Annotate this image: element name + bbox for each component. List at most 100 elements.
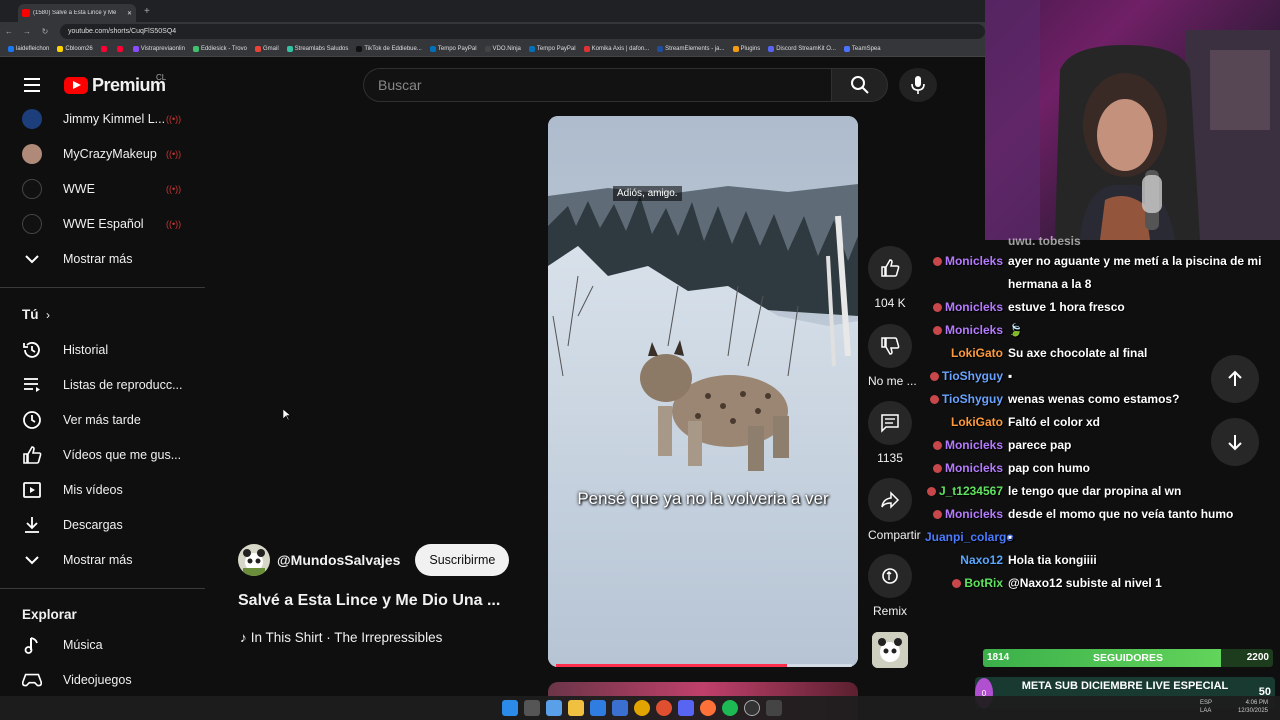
sidebar-item-my-videos[interactable]: Mis vídeos [0, 472, 205, 507]
reload-icon[interactable]: ↻ [36, 27, 54, 36]
search-input[interactable]: Buscar [363, 68, 831, 102]
taskbar-apps [502, 700, 782, 716]
bookmark-label: Plugins [740, 45, 761, 52]
spotify-icon[interactable] [722, 700, 738, 716]
bookmark-item[interactable]: Tempo PayPal [528, 45, 576, 52]
chat-username[interactable]: LokiGato [951, 346, 1003, 360]
sidebar-item-playlist[interactable]: Listas de reproducc... [0, 367, 205, 402]
music-link[interactable]: ♪ In This Shirt · The Irrepressibles [240, 630, 442, 645]
you-section-header[interactable]: Tú › [0, 297, 205, 332]
discord-icon[interactable] [678, 700, 694, 716]
close-icon[interactable]: ✕ [127, 10, 132, 17]
like-button[interactable] [868, 246, 912, 290]
video-progress-bar[interactable] [556, 664, 852, 667]
chat-username[interactable]: BotRix [964, 576, 1003, 590]
short-video-player[interactable] [548, 116, 858, 667]
chat-username[interactable]: TioShyguy [942, 369, 1003, 383]
bookmark-item[interactable]: Streamlabs Saludos [286, 45, 348, 52]
sidebar-item-thumb-up[interactable]: Vídeos que me gus... [0, 437, 205, 472]
sidebar-item-history[interactable]: Historial [0, 332, 205, 367]
voice-search-button[interactable] [899, 68, 937, 102]
top-subtitle: Adiós, amigo. [613, 186, 682, 201]
sidebar-item-download[interactable]: Descargas [0, 507, 205, 542]
music-note-icon: ♪ [240, 630, 247, 645]
bookmark-item[interactable]: TikTok de Eddiebue... [356, 45, 422, 52]
search-button[interactable] [831, 68, 888, 102]
chat-username[interactable]: Naxo12 [960, 553, 1003, 567]
sidebar-item-videogames[interactable]: Videojuegos [0, 662, 205, 697]
back-icon[interactable]: ← [0, 27, 18, 36]
chrome-icon[interactable] [634, 700, 650, 716]
video-title[interactable]: Salvé a Esta Lince y Me Dio Una ... [238, 592, 500, 610]
playlist-icon [22, 375, 42, 395]
show-more-you[interactable]: Mostrar más [0, 542, 205, 577]
new-tab-button[interactable]: + [144, 6, 150, 17]
sidebar-item-wwe-espanol[interactable]: WWE Español ((•)) [0, 206, 205, 241]
bookmark-item[interactable]: Cbloom26 [57, 45, 93, 52]
sidebar-item-mycrazymakeup[interactable]: MyCrazyMakeup ((•)) [0, 136, 205, 171]
bookmark-item[interactable]: Vistrapreviaonlin [132, 45, 185, 52]
address-bar[interactable]: youtube.com/shorts/CuqFlS50SQ4 [60, 24, 985, 39]
chat-username[interactable]: Monicleks [945, 461, 1003, 475]
dislike-action: No me ... [868, 324, 917, 388]
sidebar-item-clock[interactable]: Ver más tarde [0, 402, 205, 437]
bookmark-item[interactable]: Eddiesick - Trovo [192, 45, 247, 52]
streamer-webcam [985, 0, 1280, 240]
language-indicator[interactable]: ESP LAA [1200, 699, 1212, 715]
share-button[interactable] [868, 478, 912, 522]
bookmark-item[interactable] [116, 45, 125, 52]
chat-username[interactable]: Monicleks [945, 323, 1003, 337]
thumb-down-icon [881, 337, 900, 355]
subscribe-button[interactable]: Suscribirme [415, 544, 510, 576]
search-icon[interactable] [524, 700, 540, 716]
clock[interactable]: 4:06 PM 12/30/2025 [1238, 699, 1268, 715]
bookmark-item[interactable]: TeamSpea [843, 45, 881, 52]
store-icon[interactable] [590, 700, 606, 716]
app-icon[interactable] [766, 700, 782, 716]
menu-icon[interactable] [24, 78, 40, 92]
obs-icon[interactable] [744, 700, 760, 716]
bookmark-item[interactable]: Gmail [255, 45, 279, 52]
channel-avatar[interactable] [238, 544, 270, 576]
chat-username[interactable]: TioShyguy [942, 392, 1003, 406]
forward-icon[interactable]: → [18, 27, 36, 36]
dislike-button[interactable] [868, 324, 912, 368]
bookmark-item[interactable]: Plugins [732, 45, 761, 52]
folder-icon[interactable] [568, 700, 584, 716]
browser-tab[interactable]: (1580) Salvé a Esta Lince y Me ✕ [18, 4, 136, 22]
chat-badge-icon [932, 326, 942, 335]
firefox-icon[interactable] [700, 700, 716, 716]
show-more-subscriptions[interactable]: Mostrar más [0, 241, 205, 276]
thumb-up-icon [22, 445, 42, 465]
scroll-down-button[interactable] [1211, 418, 1259, 466]
channel-name[interactable]: @MundosSalvajes [277, 552, 400, 568]
bookmark-favicon-icon [768, 45, 775, 52]
mail-icon[interactable] [612, 700, 628, 716]
sidebar-item-music[interactable]: Música [0, 627, 205, 662]
comments-button[interactable] [868, 401, 912, 445]
bookmark-favicon-icon [255, 45, 261, 52]
chat-username[interactable]: LokiGato [951, 415, 1003, 429]
audio-thumbnail[interactable] [872, 632, 908, 668]
remix-button[interactable] [868, 554, 912, 598]
bookmark-item[interactable]: VDO.Ninja [484, 45, 521, 52]
windows-start-icon[interactable] [502, 700, 518, 716]
bookmark-item[interactable]: Komika Axis | dafon... [583, 45, 649, 52]
scroll-up-button[interactable] [1211, 355, 1259, 403]
chat-username[interactable]: J_t1234567 [939, 484, 1003, 498]
bookmark-item[interactable]: laidefleichon [8, 45, 49, 52]
browser-icon[interactable] [656, 700, 672, 716]
copilot-icon[interactable] [546, 700, 562, 716]
bookmark-item[interactable]: Tempo PayPal [429, 45, 477, 52]
sidebar-item-jimmy-kimmel[interactable]: Jimmy Kimmel L... ((•)) [0, 101, 205, 136]
youtube-premium-logo[interactable]: Premium [64, 75, 166, 96]
chat-username[interactable]: Monicleks [945, 507, 1003, 521]
bookmark-item[interactable]: Discord StreamKit O... [768, 45, 836, 52]
bookmark-item[interactable] [100, 45, 109, 52]
chat-username[interactable]: Monicleks [945, 438, 1003, 452]
bookmark-item[interactable]: StreamElements - ja... [657, 45, 725, 52]
sidebar-item-wwe[interactable]: WWE ((•)) [0, 171, 205, 206]
chat-username[interactable]: Monicleks [945, 300, 1003, 314]
chat-username[interactable]: Juanpi_colargo [925, 530, 1014, 544]
chat-username[interactable]: Monicleks [945, 254, 1003, 268]
